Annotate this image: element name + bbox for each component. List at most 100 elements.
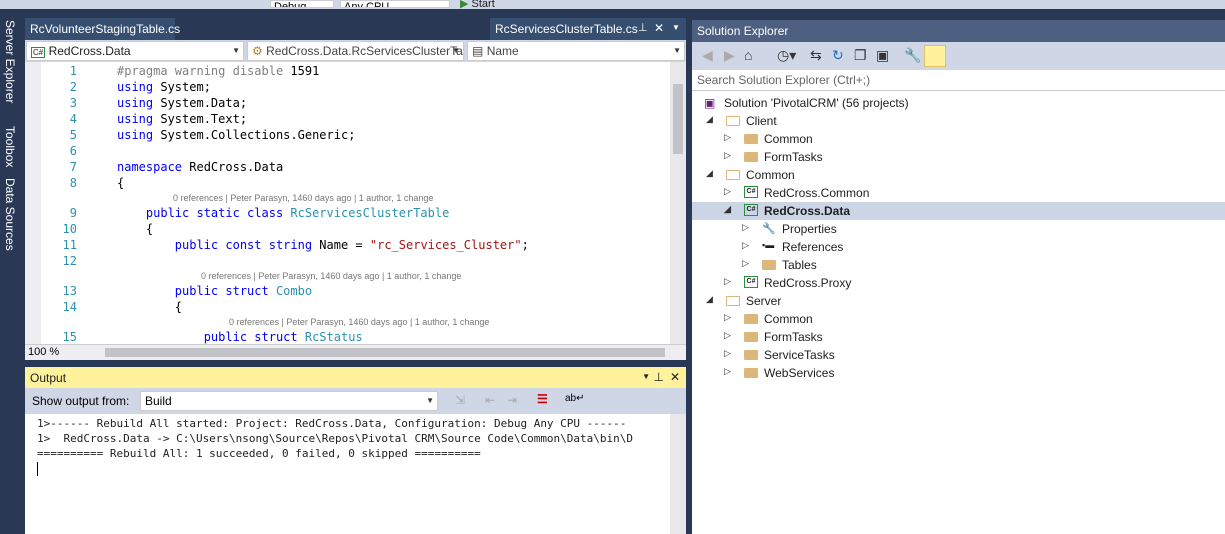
tab-rcvolunteerstagingtable[interactable]: RcVolunteerStagingTable.cs <box>25 18 180 40</box>
collapsed-arrow-icon[interactable]: ▷ <box>724 150 731 161</box>
output-title: Output <box>30 371 67 385</box>
editor-vertical-scrollbar[interactable] <box>670 62 686 344</box>
clear-all-icon[interactable]: ☰ <box>537 392 548 406</box>
tree-item[interactable]: ◢ Client <box>692 112 1225 130</box>
previous-message-icon[interactable]: ⇤ <box>485 393 495 407</box>
start-button[interactable]: ▶ Start <box>460 0 495 10</box>
tree-item[interactable]: ▷ FormTasks <box>692 328 1225 346</box>
collapsed-arrow-icon[interactable]: ▷ <box>724 366 731 377</box>
tree-item[interactable]: ▷ C# RedCross.Proxy <box>692 274 1225 292</box>
codelens-info[interactable]: 0 references | Peter Parasyn, 1460 days … <box>201 271 461 281</box>
output-vertical-scrollbar[interactable] <box>670 414 686 534</box>
close-icon[interactable]: ✕ <box>670 370 680 384</box>
collapsed-arrow-icon[interactable]: ▷ <box>724 348 731 359</box>
next-message-icon[interactable]: ⇥ <box>507 393 517 407</box>
platform-combo[interactable]: Any CPU <box>340 0 450 8</box>
tree-item[interactable]: ▷ WebServices <box>692 364 1225 382</box>
output-panel: Output ▼ ⊥ ✕ Show output from: Build ▼ ⇲ … <box>25 367 686 534</box>
code-text-area[interactable]: 1 #pragma warning disable 1591 2 using Syst… <box>25 62 670 344</box>
tree-item[interactable]: ▷ Tables <box>692 256 1225 274</box>
type-combo[interactable]: ⚙ RedCross.Data.RcServicesClusterTa ▼ <box>247 41 464 61</box>
code-token: "rc_Services_Cluster" <box>369 238 522 252</box>
collapsed-arrow-icon[interactable]: ▷ <box>724 186 731 197</box>
zoom-level[interactable]: 100 % <box>28 346 59 358</box>
h-scroll-thumb[interactable] <box>105 348 665 357</box>
collapsed-arrow-icon[interactable]: ▷ <box>724 132 731 143</box>
toolbox-tab[interactable]: Toolbox <box>3 126 17 167</box>
tree-item[interactable]: ▷ Common <box>692 310 1225 328</box>
tree-item[interactable]: ▷ ServiceTasks <box>692 346 1225 364</box>
code-line[interactable]: { <box>117 222 153 236</box>
code-line[interactable]: using System.Data; <box>117 96 247 110</box>
scroll-thumb[interactable] <box>673 84 683 154</box>
play-icon: ▶ <box>460 0 469 10</box>
pin-icon[interactable]: ⊥ <box>638 21 648 34</box>
refresh-icon[interactable]: ↻ <box>832 47 844 64</box>
properties-wrench-icon[interactable]: 🔧 <box>904 47 921 64</box>
code-line[interactable]: using System; <box>117 80 211 94</box>
code-line[interactable]: public static class RcServicesClusterTab… <box>117 206 449 220</box>
tree-item-label: RedCross.Common <box>764 186 870 200</box>
forward-icon[interactable]: ▶ <box>724 47 735 64</box>
search-solution-explorer-input[interactable]: Search Solution Explorer (Ctrl+;) <box>692 70 1225 91</box>
output-source-select[interactable]: Build ▼ <box>140 391 438 411</box>
collapsed-arrow-icon[interactable]: ▷ <box>742 258 749 269</box>
indicator-margin <box>25 62 41 344</box>
codelens-info[interactable]: 0 references | Peter Parasyn, 1460 days … <box>173 193 433 203</box>
expanded-arrow-icon[interactable]: ◢ <box>706 294 713 305</box>
code-line[interactable]: #pragma warning disable 1591 <box>117 64 319 78</box>
code-token: public struct <box>117 330 305 344</box>
close-icon[interactable]: ✕ <box>654 21 664 35</box>
code-line[interactable]: { <box>117 176 124 190</box>
collapsed-arrow-icon[interactable]: ▷ <box>724 312 731 323</box>
collapsed-arrow-icon[interactable]: ▷ <box>742 240 749 251</box>
tree-item[interactable]: ▷ Common <box>692 130 1225 148</box>
go-to-message-icon[interactable]: ⇲ <box>455 393 465 407</box>
pending-changes-icon[interactable]: ◷▾ <box>777 47 796 64</box>
code-line[interactable]: { <box>117 300 182 314</box>
tree-item[interactable]: ◢ Server <box>692 292 1225 310</box>
tree-item[interactable]: ▷ C# RedCross.Common <box>692 184 1225 202</box>
tree-item[interactable]: ▷ 🔧 Properties <box>692 220 1225 238</box>
code-line[interactable]: using System.Text; <box>117 112 247 126</box>
editor-horizontal-scrollbar[interactable]: 100 % <box>25 344 686 360</box>
code-token: RcServicesClusterTable <box>290 206 450 220</box>
code-line[interactable]: using System.Collections.Generic; <box>117 128 355 142</box>
back-icon[interactable]: ◀ <box>702 47 713 64</box>
collapsed-arrow-icon[interactable]: ▷ <box>724 330 731 341</box>
output-text[interactable]: 1>------ Rebuild All started: Project: R… <box>25 414 670 534</box>
preview-toggle-button[interactable] <box>924 45 946 67</box>
server-explorer-tab[interactable]: Server Explorer <box>3 20 17 103</box>
collapsed-arrow-icon[interactable]: ▷ <box>724 276 731 287</box>
chevron-down-icon[interactable]: ▼ <box>672 23 680 32</box>
pin-icon[interactable]: ⊥ <box>654 370 664 384</box>
show-output-label: Show output from: <box>32 394 130 408</box>
collapse-all-icon[interactable]: ❐ <box>854 47 867 64</box>
project-combo[interactable]: C# RedCross.Data ▼ <box>26 41 244 61</box>
code-line[interactable]: public struct Combo <box>117 284 312 298</box>
expanded-arrow-icon[interactable]: ◢ <box>724 204 731 215</box>
folder-open-icon <box>726 116 740 126</box>
code-line[interactable]: public struct RcStatus <box>117 330 363 344</box>
word-wrap-icon[interactable]: ab↵ <box>565 393 585 404</box>
dropdown-icon[interactable]: ▼ <box>642 372 650 381</box>
expanded-arrow-icon[interactable]: ◢ <box>706 114 713 125</box>
show-all-files-icon[interactable]: ▣ <box>876 47 889 64</box>
collapsed-arrow-icon[interactable]: ▷ <box>742 222 749 233</box>
data-sources-tab[interactable]: Data Sources <box>3 178 17 251</box>
tree-item[interactable]: ▷ FormTasks <box>692 148 1225 166</box>
tree-item[interactable]: ◢ Common <box>692 166 1225 184</box>
tab-rcservicesclustertable[interactable]: RcServicesClusterTable.cs ⊥ ✕ ▼ <box>490 18 686 40</box>
tree-item[interactable]: ▷ ▪▬ References <box>692 238 1225 256</box>
code-line[interactable]: namespace RedCross.Data <box>117 160 283 174</box>
configuration-combo[interactable]: Debug <box>270 0 334 8</box>
codelens-info[interactable]: 0 references | Peter Parasyn, 1460 days … <box>229 317 489 327</box>
home-icon[interactable]: ⌂ <box>744 47 752 63</box>
expanded-arrow-icon[interactable]: ◢ <box>706 168 713 179</box>
code-token: System.Text; <box>160 112 248 126</box>
tree-item[interactable]: ▣ Solution 'PivotalCRM' (56 projects) <box>692 94 1225 112</box>
sync-icon[interactable]: ⇆ <box>810 47 822 64</box>
member-combo[interactable]: ▤ Name ▼ <box>467 41 685 61</box>
tree-item[interactable]: ◢ C# RedCross.Data <box>692 202 1225 220</box>
code-line[interactable]: public const string Name = "rc_Services_… <box>117 238 529 252</box>
